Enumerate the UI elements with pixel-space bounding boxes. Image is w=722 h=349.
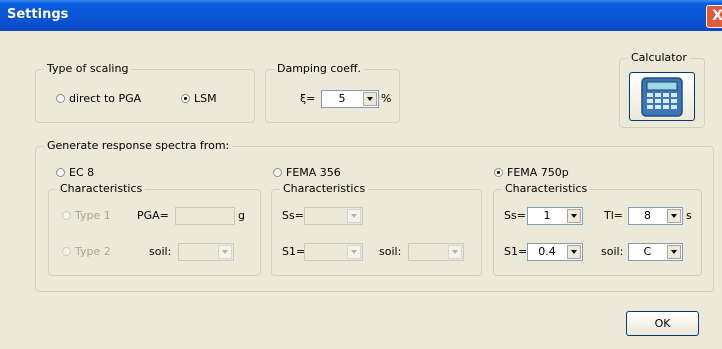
calculator-legend: Calculator [628,51,690,64]
chevron-down-icon[interactable] [347,245,361,259]
radio-label: LSM [194,92,217,105]
radio-indicator [62,247,71,256]
calculator-group: Calculator [619,51,705,128]
radio-indicator [181,94,190,103]
spectra-group: Generate response spectra from: EC 8 FEM… [35,139,714,292]
radio-ec8[interactable]: EC 8 [56,166,94,179]
pga-label: PGA= [137,209,169,222]
window-title: Settings [7,7,69,22]
radio-label: direct to PGA [69,92,142,105]
s1-label: S1= [282,245,306,258]
radio-indicator [56,94,65,103]
fema356-characteristics-legend: Characteristics [280,182,369,195]
pga-input[interactable] [175,207,235,225]
calculator-button[interactable] [629,72,695,121]
radio-fema356[interactable]: FEMA 356 [273,166,341,179]
close-button[interactable]: X [706,5,722,28]
damping-group: Damping coeff. ξ= 5 % [265,62,400,123]
s1-label: S1= [504,245,528,258]
radio-type1[interactable]: Type 1 [62,209,111,222]
ec8-characteristics-legend: Characteristics [57,182,146,195]
fema750p-ss-select[interactable]: 1 [527,207,583,225]
radio-indicator [56,168,65,177]
radio-label: FEMA 356 [286,166,341,179]
fema356-ss-select[interactable] [304,207,363,225]
fema750p-characteristics: Characteristics Ss= 1 Tl= 8 s S1= 0.4 so… [493,182,702,276]
radio-label: EC 8 [69,166,95,179]
chevron-down-icon[interactable] [567,209,581,223]
fema750p-s1-select[interactable]: 0.4 [527,243,583,261]
title-bar: Settings X [0,0,722,31]
scaling-group: Type of scaling direct to PGA LSM [35,62,255,123]
calculator-icon [641,77,683,117]
chevron-down-icon[interactable] [667,209,681,223]
chevron-down-icon[interactable] [667,245,681,259]
percent-label: % [381,92,392,105]
chevron-down-icon[interactable] [363,92,377,106]
damping-select[interactable]: 5 [321,90,379,108]
fema750p-characteristics-legend: Characteristics [502,182,591,195]
settings-window: Settings X Type of scaling direct to PGA… [0,0,722,349]
soil-label: soil: [149,245,172,258]
radio-indicator [494,168,503,177]
fema356-s1-select[interactable] [304,243,363,261]
soil-label: soil: [379,245,402,258]
xi-label: ξ= [300,92,316,105]
ss-label: Ss= [282,209,304,222]
pga-unit: g [238,209,245,222]
ss-label: Ss= [504,209,526,222]
radio-direct-to-pga[interactable]: direct to PGA [56,92,141,105]
radio-label: Type 2 [75,245,111,258]
scaling-legend: Type of scaling [44,62,132,75]
soil-value: C [643,245,652,258]
tl-label: Tl= [604,209,623,222]
tl-unit: s [686,209,692,222]
soil-label: soil: [601,245,624,258]
radio-label: Type 1 [75,209,111,222]
s1-value: 0.4 [538,245,556,258]
radio-type2[interactable]: Type 2 [62,245,111,258]
spectra-legend: Generate response spectra from: [44,139,233,152]
dialog-body: Type of scaling direct to PGA LSM Dampin… [2,31,722,349]
fema356-soil-select[interactable] [408,243,464,261]
tl-value: 8 [644,209,651,222]
damping-legend: Damping coeff. [274,62,365,75]
fema750p-tl-select[interactable]: 8 [628,207,683,225]
ec8-soil-select[interactable] [178,243,234,261]
radio-fema750p[interactable]: FEMA 750p [494,166,569,179]
ok-button[interactable]: OK [626,311,699,336]
radio-indicator [273,168,282,177]
chevron-down-icon[interactable] [218,245,232,259]
damping-value: 5 [338,92,346,105]
radio-label: FEMA 750p [507,166,569,179]
radio-lsm[interactable]: LSM [181,92,217,105]
ss-value: 1 [543,209,551,222]
ec8-characteristics: Characteristics Type 1 PGA= g Type 2 soi… [48,182,261,276]
radio-indicator [62,211,71,220]
chevron-down-icon[interactable] [347,209,361,223]
fema750p-soil-select[interactable]: C [628,243,683,261]
fema356-characteristics: Characteristics Ss= S1= soil: [271,182,482,276]
chevron-down-icon[interactable] [567,245,581,259]
chevron-down-icon[interactable] [448,245,462,259]
